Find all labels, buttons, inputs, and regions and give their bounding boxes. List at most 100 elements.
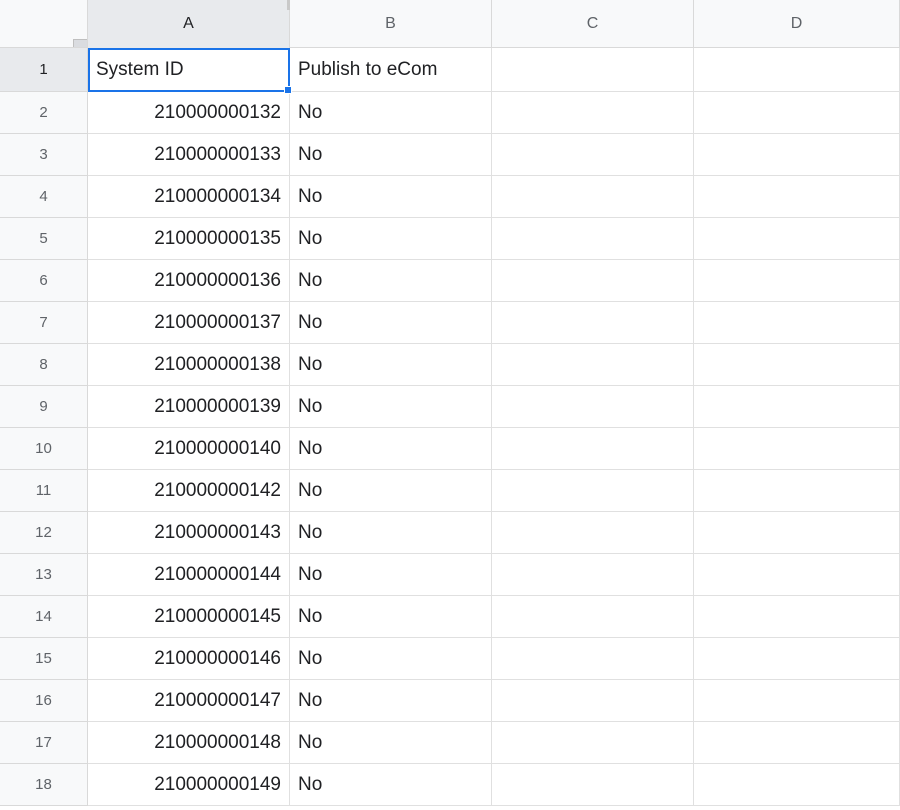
row-header[interactable]: 3 <box>0 134 88 176</box>
cell[interactable] <box>492 48 694 92</box>
cell[interactable]: No <box>290 218 492 260</box>
column-header-D[interactable]: D <box>694 0 900 48</box>
column-header-C[interactable]: C <box>492 0 694 48</box>
cell[interactable]: No <box>290 428 492 470</box>
row-header[interactable]: 11 <box>0 470 88 512</box>
cell[interactable] <box>492 134 694 176</box>
cell[interactable]: 210000000147 <box>88 680 290 722</box>
row-header[interactable]: 2 <box>0 92 88 134</box>
cell[interactable] <box>492 764 694 806</box>
cell[interactable] <box>694 218 900 260</box>
cell[interactable] <box>694 722 900 764</box>
row-header[interactable]: 7 <box>0 302 88 344</box>
cell[interactable]: No <box>290 470 492 512</box>
cell[interactable] <box>694 260 900 302</box>
cell[interactable]: No <box>290 638 492 680</box>
cell[interactable] <box>694 176 900 218</box>
row-header[interactable]: 16 <box>0 680 88 722</box>
cell[interactable] <box>492 302 694 344</box>
cell[interactable] <box>492 218 694 260</box>
cell[interactable] <box>694 512 900 554</box>
cell[interactable] <box>492 92 694 134</box>
cell[interactable]: No <box>290 554 492 596</box>
cell[interactable]: 210000000136 <box>88 260 290 302</box>
row-header[interactable]: 5 <box>0 218 88 260</box>
cell[interactable]: 210000000138 <box>88 344 290 386</box>
cell[interactable] <box>492 554 694 596</box>
cell[interactable]: No <box>290 764 492 806</box>
cell[interactable]: No <box>290 344 492 386</box>
cell[interactable] <box>492 512 694 554</box>
cell[interactable]: No <box>290 680 492 722</box>
cell[interactable]: 210000000143 <box>88 512 290 554</box>
cell[interactable]: 210000000148 <box>88 722 290 764</box>
cell[interactable]: Publish to eCom <box>290 48 492 92</box>
cell[interactable]: 210000000135 <box>88 218 290 260</box>
cell[interactable] <box>694 764 900 806</box>
cell[interactable] <box>694 428 900 470</box>
cell[interactable]: No <box>290 512 492 554</box>
cell[interactable] <box>694 470 900 512</box>
cell[interactable] <box>492 680 694 722</box>
cell[interactable] <box>694 344 900 386</box>
row-header[interactable]: 10 <box>0 428 88 470</box>
cell[interactable]: 210000000142 <box>88 470 290 512</box>
cell[interactable]: No <box>290 596 492 638</box>
row-header[interactable]: 15 <box>0 638 88 680</box>
cell[interactable] <box>694 554 900 596</box>
cell[interactable]: No <box>290 722 492 764</box>
cell[interactable]: 210000000133 <box>88 134 290 176</box>
cell[interactable] <box>694 386 900 428</box>
cell[interactable] <box>492 386 694 428</box>
row-header[interactable]: 1 <box>0 48 88 92</box>
cell[interactable]: No <box>290 260 492 302</box>
column-header-A[interactable]: A <box>88 0 290 48</box>
grid-row: 5210000000135No <box>0 218 900 260</box>
cell[interactable]: No <box>290 386 492 428</box>
cell[interactable]: 210000000137 <box>88 302 290 344</box>
cell[interactable] <box>492 596 694 638</box>
cell[interactable]: 210000000146 <box>88 638 290 680</box>
grid-row: 6210000000136No <box>0 260 900 302</box>
cell[interactable]: 210000000149 <box>88 764 290 806</box>
column-header-B[interactable]: B <box>290 0 492 48</box>
cell[interactable]: No <box>290 176 492 218</box>
cell[interactable] <box>694 638 900 680</box>
row-header[interactable]: 8 <box>0 344 88 386</box>
row-header[interactable]: 4 <box>0 176 88 218</box>
cell[interactable]: 210000000139 <box>88 386 290 428</box>
cell[interactable] <box>694 48 900 92</box>
cell[interactable] <box>492 470 694 512</box>
row-header[interactable]: 12 <box>0 512 88 554</box>
row-header[interactable]: 6 <box>0 260 88 302</box>
column-resize-handle[interactable] <box>287 0 290 10</box>
row-header[interactable]: 18 <box>0 764 88 806</box>
cell[interactable] <box>492 638 694 680</box>
cell[interactable]: System ID <box>88 48 290 92</box>
row-header[interactable]: 9 <box>0 386 88 428</box>
cell[interactable] <box>694 302 900 344</box>
cell[interactable] <box>694 92 900 134</box>
cell[interactable] <box>492 344 694 386</box>
cell[interactable] <box>492 722 694 764</box>
cell[interactable] <box>492 176 694 218</box>
cell[interactable] <box>492 260 694 302</box>
cell[interactable]: No <box>290 134 492 176</box>
cell[interactable]: 210000000132 <box>88 92 290 134</box>
cell[interactable]: No <box>290 302 492 344</box>
cell[interactable]: 210000000145 <box>88 596 290 638</box>
column-header-row: A B C D <box>88 0 900 48</box>
row-header[interactable]: 14 <box>0 596 88 638</box>
grid-row: 4210000000134No <box>0 176 900 218</box>
cell[interactable] <box>694 680 900 722</box>
cell[interactable] <box>694 134 900 176</box>
cell[interactable]: 210000000144 <box>88 554 290 596</box>
row-header[interactable]: 17 <box>0 722 88 764</box>
select-all-corner[interactable] <box>0 0 88 48</box>
cell[interactable] <box>694 596 900 638</box>
cell[interactable]: No <box>290 92 492 134</box>
cell[interactable]: 210000000134 <box>88 176 290 218</box>
cell[interactable]: 210000000140 <box>88 428 290 470</box>
cell[interactable] <box>492 428 694 470</box>
row-header[interactable]: 13 <box>0 554 88 596</box>
